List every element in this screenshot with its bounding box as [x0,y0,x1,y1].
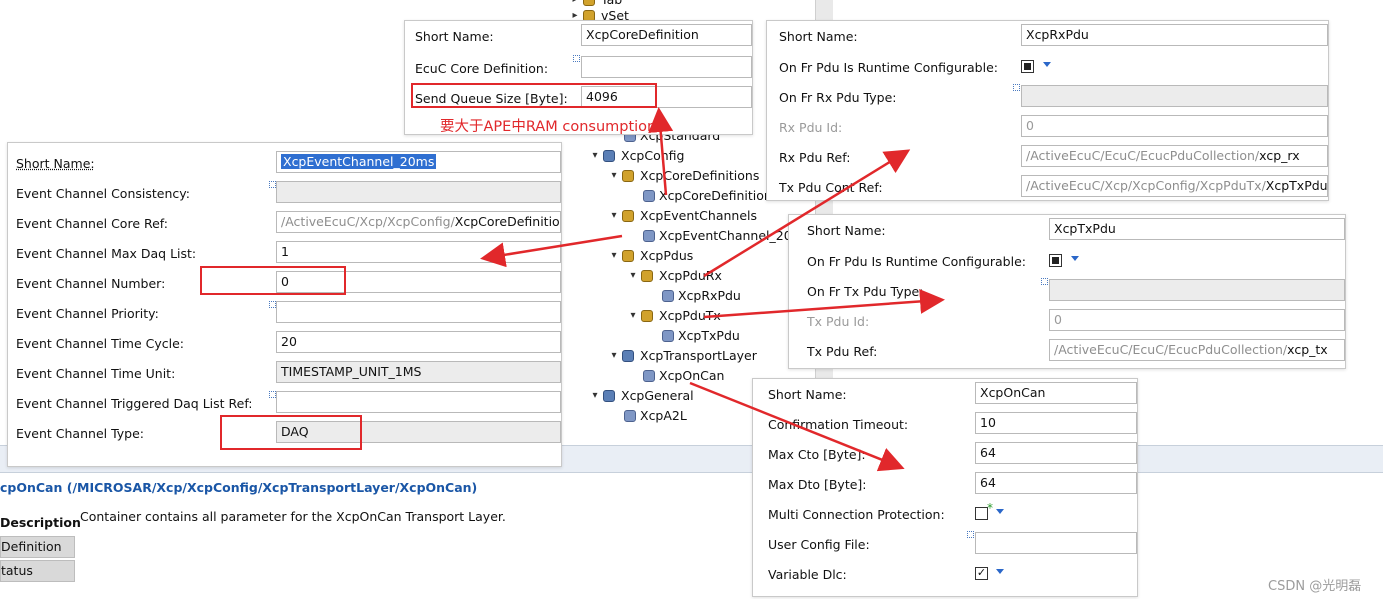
arrow-core-def [648,107,674,196]
watermark: CSDN @光明磊 [1268,579,1362,594]
arrow-tx-pdu [703,288,945,319]
arrow-rx-pdu [703,149,911,278]
annotation-arrows [480,107,945,472]
arrow-on-can [689,381,905,472]
arrow-event-channel [480,234,623,268]
